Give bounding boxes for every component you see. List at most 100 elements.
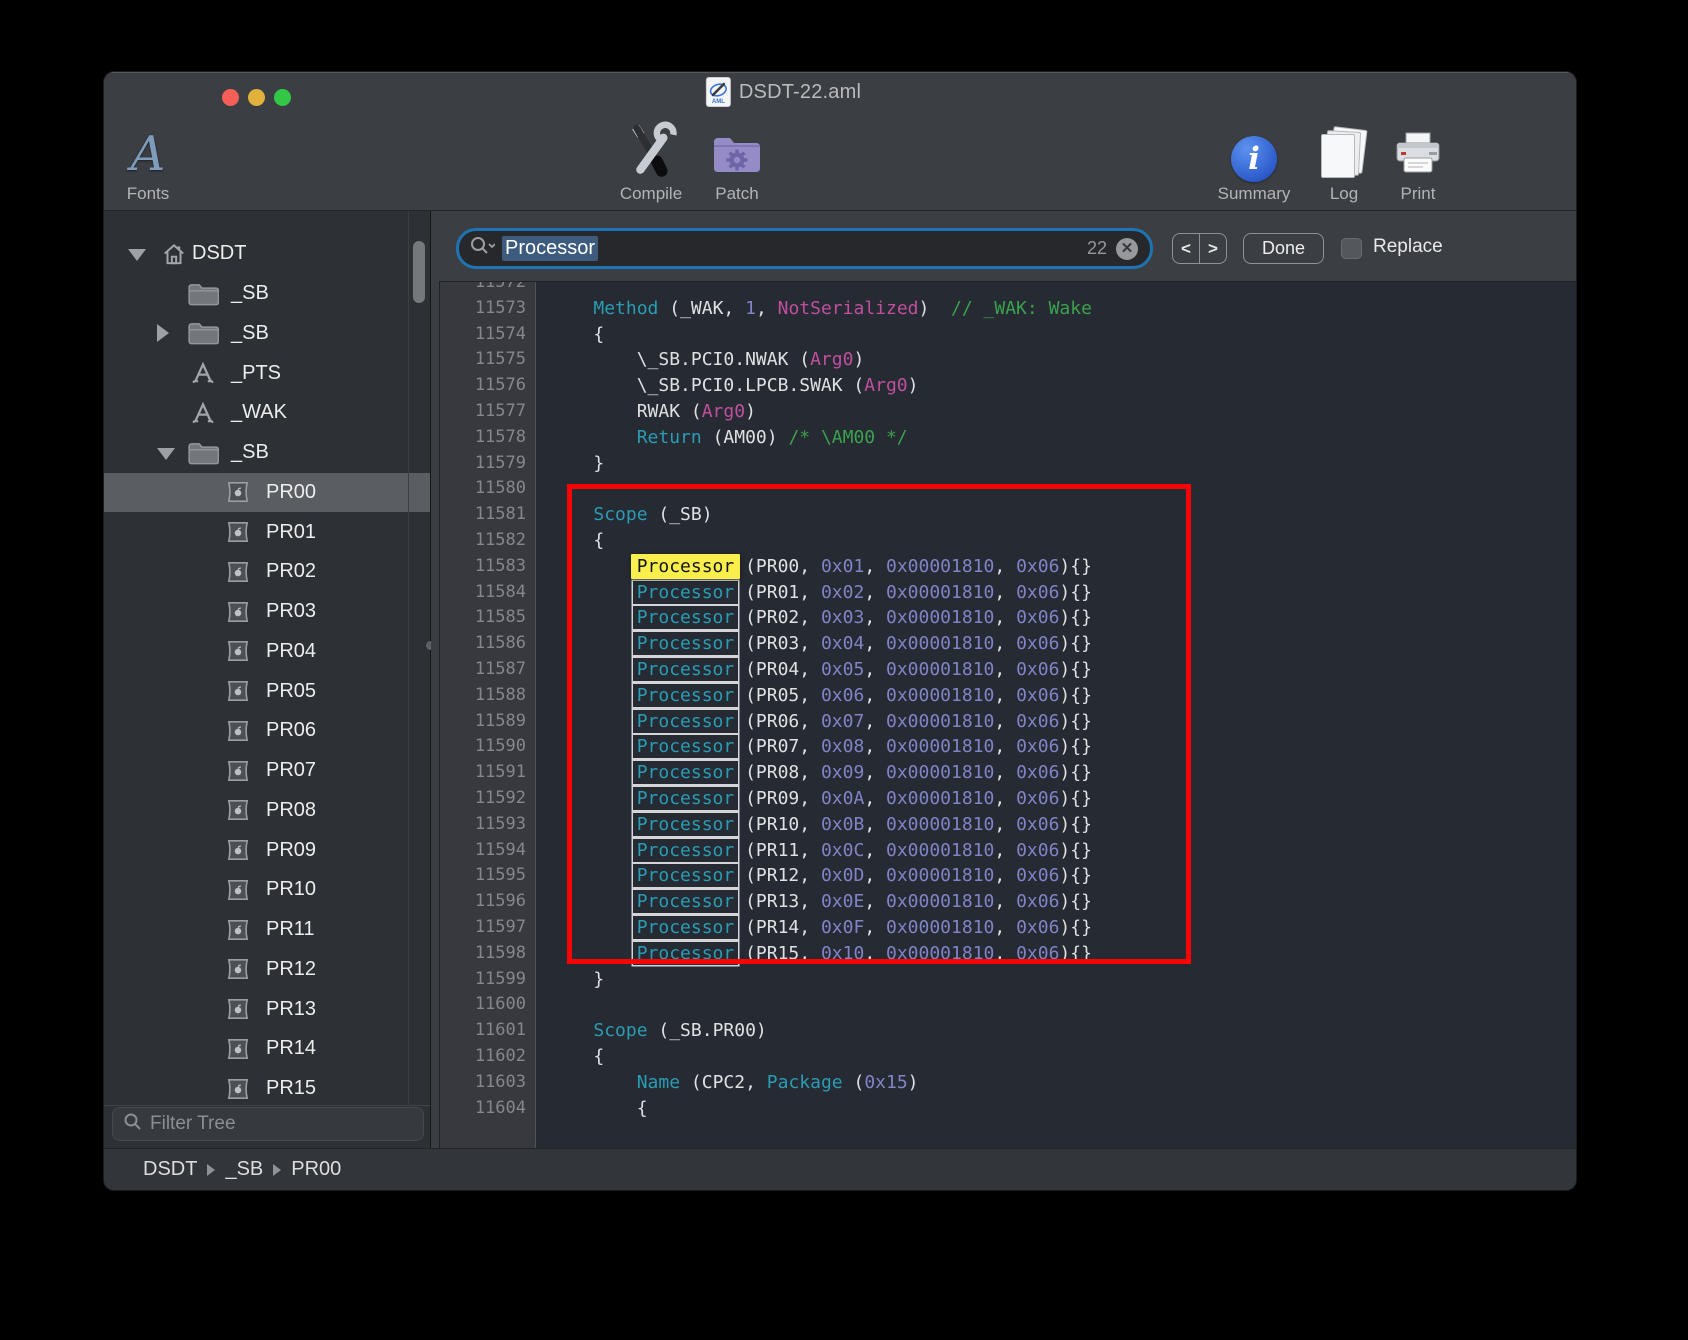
sidebar-item-pr03[interactable]: PR03 [104,592,430,632]
code-line: Processor (PR12, 0x0D, 0x00001810, 0x06)… [550,863,1576,889]
code-line: Processor (PR15, 0x10, 0x00001810, 0x06)… [550,941,1576,967]
code-line: { [550,1044,1576,1070]
line-number: 11589 [440,709,535,735]
sidebar-item-pr09[interactable]: PR09 [104,830,430,870]
sidebar-item-pr00[interactable]: PR00 [104,473,430,513]
processor-icon [222,598,254,626]
line-number: 11588 [440,683,535,709]
code-line: RWAK (Arg0) [550,399,1576,425]
code-line [550,992,1576,1018]
sidebar-item-sb[interactable]: _SB [104,433,430,473]
patch-icon [711,133,763,182]
line-number: 11595 [440,863,535,889]
find-match: Processor [633,787,739,810]
zoom-window-button[interactable] [274,89,291,106]
find-next-button[interactable]: > [1200,234,1226,263]
sidebar-item-pr14[interactable]: PR14 [104,1029,430,1069]
tree-item-label: PR07 [266,759,316,782]
line-number: 11598 [440,941,535,967]
search-menu-icon[interactable] [469,235,495,262]
done-button[interactable]: Done [1243,233,1324,264]
find-match: Processor [633,581,739,604]
find-match: Processor [633,916,739,939]
sidebar-item-pr04[interactable]: PR04 [104,632,430,672]
code-line: Processor (PR11, 0x0C, 0x00001810, 0x06)… [550,838,1576,864]
clear-search-icon[interactable]: ✕ [1116,238,1138,260]
find-match: Processor [633,890,739,913]
line-number: 11602 [440,1044,535,1070]
sidebar-item-pr13[interactable]: PR13 [104,989,430,1029]
sidebar-item-pts[interactable]: _PTS [104,353,430,393]
sidebar-item-sb[interactable]: _SB [104,274,430,314]
close-window-button[interactable] [222,89,239,106]
processor-icon [222,955,254,983]
code-line: Scope (_SB.PR00) [550,1018,1576,1044]
filter-placeholder: Filter Tree [150,1113,236,1135]
sidebar-item-wak[interactable]: _WAK [104,393,430,433]
find-previous-button[interactable]: < [1173,234,1200,263]
sidebar-item-pr02[interactable]: PR02 [104,552,430,592]
tree-item-label: PR09 [266,839,316,862]
print-button[interactable]: Print [1363,116,1473,208]
code-line: Name (CPC2, Package (0x15) [550,1070,1576,1096]
line-number: 11578 [440,425,535,451]
sidebar-item-pr10[interactable]: PR10 [104,870,430,910]
replace-checkbox[interactable] [1341,238,1362,259]
method-icon [187,359,219,387]
find-input[interactable]: Processor 22 ✕ [456,228,1153,269]
disclosure-open-icon[interactable] [157,448,175,460]
find-match: Processor [633,606,739,629]
line-number: 11594 [440,838,535,864]
sidebar-scrollbar-thumb[interactable] [413,241,425,303]
disclosure-open-icon[interactable] [128,249,146,261]
desktop-background: AML DSDT-22.aml A Fonts [0,0,1688,1340]
window-title-group: AML DSDT-22.aml [707,78,861,106]
sidebar-item-pr01[interactable]: PR01 [104,512,430,552]
line-number: 11600 [440,992,535,1018]
editor-pane: Processor 22 ✕ < > Done Replace 11572115… [431,211,1576,1148]
code-line: \_SB.PCI0.LPCB.SWAK (Arg0) [550,373,1576,399]
sidebar-item-pr08[interactable]: PR08 [104,791,430,831]
fonts-button[interactable]: A Fonts [104,116,203,208]
tree-item-label: PR04 [266,640,316,663]
filter-tree-input[interactable]: Filter Tree [112,1107,424,1141]
info-icon: i [1231,136,1277,182]
sidebar-item-pr15[interactable]: PR15 [104,1069,430,1106]
current-find-match: Processor [631,554,741,579]
breadcrumb-item[interactable]: DSDT [143,1158,197,1181]
line-number: 11586 [440,631,535,657]
line-number: 11596 [440,889,535,915]
sidebar-item-pr11[interactable]: PR11 [104,910,430,950]
breadcrumb-item[interactable]: PR00 [291,1158,341,1181]
tree-item-label: PR13 [266,998,316,1021]
sidebar-item-pr05[interactable]: PR05 [104,671,430,711]
line-number: 11574 [440,322,535,348]
code-line: Processor (PR01, 0x02, 0x00001810, 0x06)… [550,580,1576,606]
sidebar-scrollbar[interactable] [408,211,428,1106]
sidebar-item-pr06[interactable]: PR06 [104,711,430,751]
sidebar-item-pr07[interactable]: PR07 [104,751,430,791]
disclosure-closed-icon[interactable] [157,324,169,342]
sidebar-item-pr12[interactable]: PR12 [104,950,430,990]
line-number: 11601 [440,1018,535,1044]
line-number: 11573 [440,296,535,322]
patch-button[interactable]: Patch [682,116,792,208]
line-number: 11597 [440,915,535,941]
code-text-area[interactable]: Method (_WAK, 1, NotSerialized) // _WAK:… [537,282,1576,1148]
code-line: Processor (PR08, 0x09, 0x00001810, 0x06)… [550,760,1576,786]
breadcrumb-item[interactable]: _SB [225,1158,263,1181]
status-bar: DSDT _SB PR00 [104,1148,1576,1190]
sidebar-item-dsdt[interactable]: DSDT [104,234,430,274]
processor-icon [222,836,254,864]
code-view[interactable]: 1157211573115741157511576115771157811579… [439,281,1576,1148]
tree-item-label: PR14 [266,1037,316,1060]
tree-item-label: _SB [231,282,269,305]
find-match: Processor [633,684,739,707]
symbol-tree: DSDT_SB_SB_PTS_WAK_SBPR00PR01PR02PR03PR0… [104,211,430,1106]
code-line: Processor (PR04, 0x05, 0x00001810, 0x06)… [550,657,1576,683]
tree-item-label: PR06 [266,719,316,742]
line-number: 11581 [440,502,535,528]
sidebar-item-sb[interactable]: _SB [104,314,430,354]
minimize-window-button[interactable] [248,89,265,106]
line-number: 11591 [440,760,535,786]
